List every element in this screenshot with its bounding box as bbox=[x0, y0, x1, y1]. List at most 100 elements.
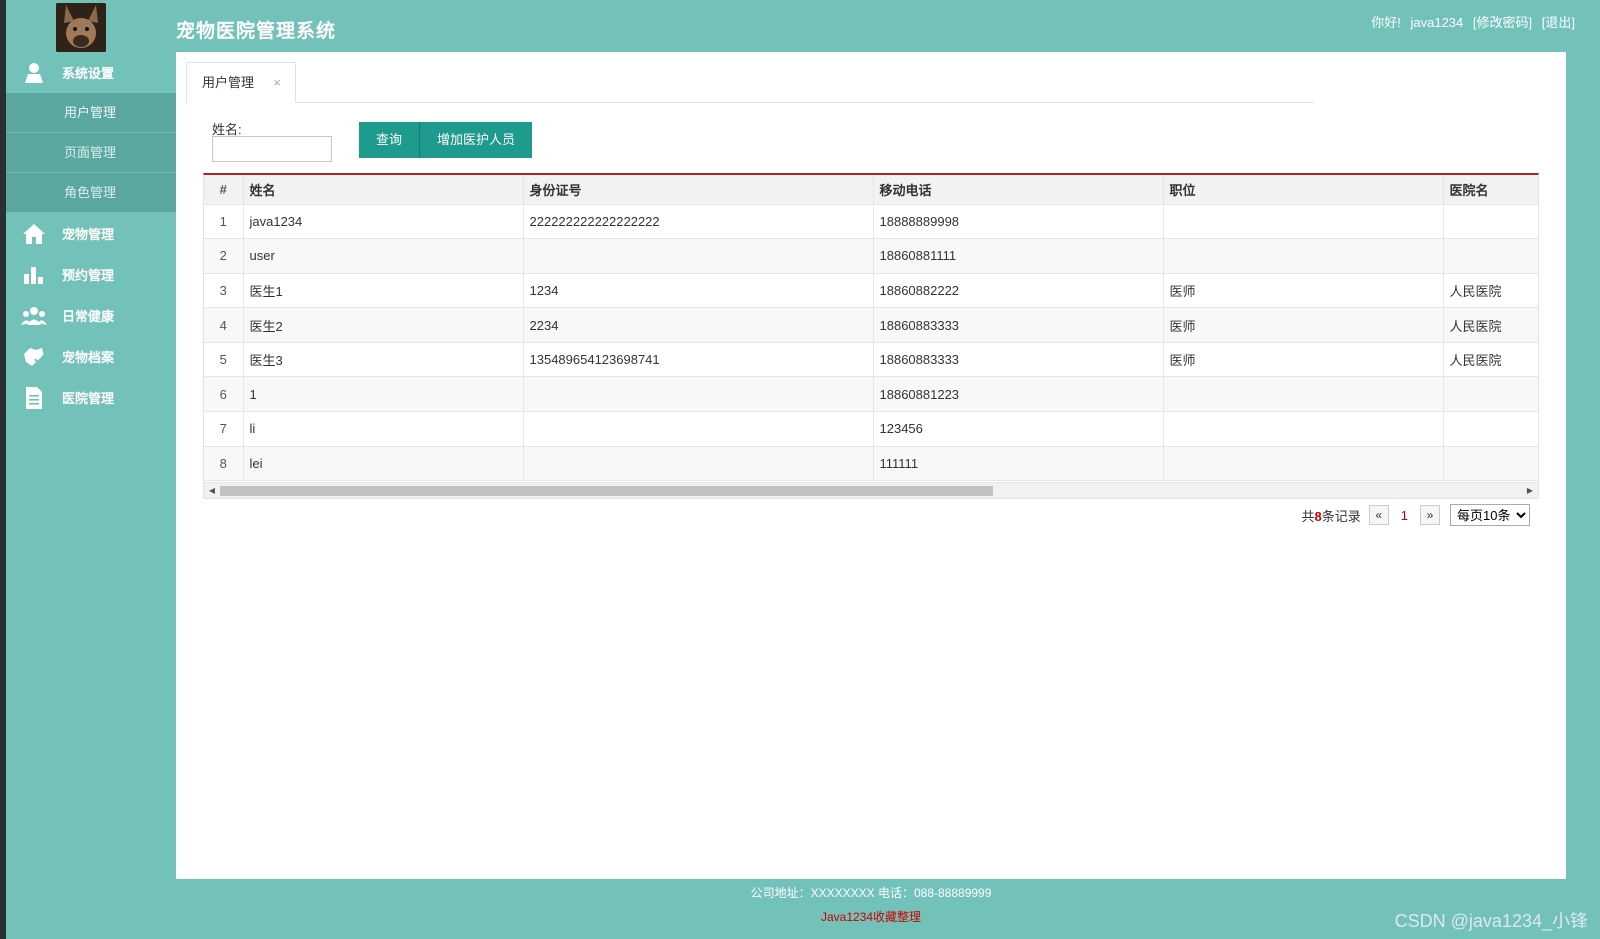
scrollbar-thumb[interactable] bbox=[220, 486, 993, 496]
cell-index: 4 bbox=[204, 307, 244, 343]
cell-id-card bbox=[523, 411, 874, 447]
add-staff-button[interactable]: 增加医护人员 bbox=[419, 122, 533, 158]
cell-name: java1234 bbox=[243, 204, 524, 240]
cell-index: 2 bbox=[204, 238, 244, 274]
table-row[interactable]: 2 user 18860881111 bbox=[204, 238, 1538, 274]
cell-position bbox=[1163, 376, 1444, 413]
cell-mobile: 18860882222 bbox=[873, 273, 1164, 309]
table-header-row: # 姓名 身份证号 移动电话 职位 医院名 bbox=[204, 175, 1538, 205]
sidebar-item-label: 宠物管理 bbox=[62, 227, 115, 242]
column-header-hospital[interactable]: 医院名 bbox=[1443, 175, 1538, 205]
cell-id-card: 222222222222222222 bbox=[523, 204, 874, 240]
cell-position bbox=[1163, 204, 1444, 240]
sidebar-item-label: 宠物档案 bbox=[62, 350, 115, 365]
group-icon bbox=[6, 306, 62, 326]
column-header-id-card[interactable]: 身份证号 bbox=[523, 175, 874, 205]
csdn-watermark: CSDN @java1234_小锋 bbox=[1394, 911, 1588, 931]
cell-name: 医生2 bbox=[243, 307, 524, 343]
table-row[interactable]: 7 li 123456 bbox=[204, 411, 1538, 447]
table-row[interactable]: 4 医生2 2234 18860883333 医师 人民医院 bbox=[204, 307, 1538, 343]
cell-hospital bbox=[1443, 238, 1538, 274]
sidebar-subitem-user-management[interactable]: 用户管理 bbox=[6, 93, 176, 133]
footer-credit: Java1234收藏整理 bbox=[820, 910, 922, 924]
table-row[interactable]: 8 lei 111111 bbox=[204, 446, 1538, 482]
cell-name: li bbox=[243, 411, 524, 447]
cell-name: lei bbox=[243, 446, 524, 482]
record-count-prefix: 共 bbox=[1301, 508, 1315, 524]
sidebar-item-label: 医院管理 bbox=[62, 391, 115, 406]
footer: 公司地址：XXXXXXXX 电话：088-88889999 Java1234收藏… bbox=[176, 879, 1566, 939]
cell-position bbox=[1163, 238, 1444, 274]
prev-page-button[interactable]: « bbox=[1368, 505, 1389, 525]
table-row[interactable]: 6 1 18860881223 bbox=[204, 376, 1538, 413]
sidebar-item-appointment-management[interactable]: 预约管理 bbox=[6, 254, 176, 295]
cell-hospital bbox=[1443, 204, 1538, 240]
column-header-position[interactable]: 职位 bbox=[1163, 175, 1444, 205]
tab-user-management[interactable]: 用户管理 × bbox=[186, 62, 296, 103]
main-content: 用户管理 × 姓名: 查询 增加医护人员 # 姓名 身份证号 移动电话 职位 医… bbox=[176, 52, 1566, 879]
logout-link[interactable]: [退出] bbox=[1542, 15, 1575, 30]
cell-mobile: 18860881111 bbox=[873, 238, 1164, 274]
dog-logo bbox=[56, 3, 106, 52]
cell-id-card bbox=[523, 238, 874, 274]
user-info: 你好! java1234 [修改密码] [退出] bbox=[1365, 12, 1575, 31]
pet-record-icon bbox=[6, 346, 62, 368]
cell-position: 医师 bbox=[1163, 307, 1444, 343]
next-page-button[interactable]: » bbox=[1420, 505, 1440, 525]
cell-index: 6 bbox=[204, 376, 244, 413]
document-icon bbox=[6, 386, 62, 410]
change-password-link[interactable]: [修改密码] bbox=[1473, 15, 1532, 30]
close-icon[interactable]: × bbox=[273, 63, 281, 103]
cell-position bbox=[1163, 446, 1444, 482]
cell-mobile: 18888889998 bbox=[873, 204, 1164, 240]
cell-id-card: 1234 bbox=[523, 273, 874, 309]
cell-id-card bbox=[523, 446, 874, 482]
cell-mobile: 111111 bbox=[873, 446, 1164, 482]
sidebar-item-system-settings[interactable]: 系统设置 bbox=[6, 52, 176, 93]
action-buttons: 查询 增加医护人员 bbox=[359, 122, 533, 158]
scroll-left-arrow-icon[interactable]: ◀ bbox=[205, 483, 219, 498]
page-size-select[interactable]: 每页10条 bbox=[1450, 504, 1530, 526]
user-table: # 姓名 身份证号 移动电话 职位 医院名 1 java1234 2222222… bbox=[204, 175, 1538, 482]
cell-name: 医生3 bbox=[243, 342, 524, 378]
column-header-name[interactable]: 姓名 bbox=[243, 175, 524, 205]
tab-bar: 用户管理 × bbox=[186, 62, 1314, 103]
cell-id-card: 135489654123698741 bbox=[523, 342, 874, 378]
home-icon bbox=[6, 223, 62, 245]
user-table-container: # 姓名 身份证号 移动电话 职位 医院名 1 java1234 2222222… bbox=[203, 173, 1539, 499]
cell-index: 5 bbox=[204, 342, 244, 378]
table-row[interactable]: 5 医生3 135489654123698741 18860883333 医师 … bbox=[204, 342, 1538, 378]
column-header-mobile[interactable]: 移动电话 bbox=[873, 175, 1164, 205]
sidebar-subitem-page-management[interactable]: 页面管理 bbox=[6, 133, 176, 173]
name-search-input[interactable] bbox=[212, 136, 332, 162]
cell-name: 1 bbox=[243, 376, 524, 413]
current-page[interactable]: 1 bbox=[1401, 508, 1408, 523]
scroll-right-arrow-icon[interactable]: ▶ bbox=[1523, 483, 1537, 498]
sidebar: 系统设置 用户管理 页面管理 角色管理 宠物管理 预约管理 日常健康 宠物档案 … bbox=[6, 52, 176, 879]
column-header-index[interactable]: # bbox=[204, 175, 244, 205]
sidebar-item-daily-health[interactable]: 日常健康 bbox=[6, 295, 176, 336]
cell-hospital: 人民医院 bbox=[1443, 342, 1538, 378]
company-address: 公司地址：XXXXXXXX 电话：088-88889999 bbox=[750, 886, 992, 900]
cell-hospital bbox=[1443, 411, 1538, 447]
tab-label: 用户管理 bbox=[202, 75, 255, 90]
query-button[interactable]: 查询 bbox=[359, 122, 420, 158]
sidebar-subitem-role-management[interactable]: 角色管理 bbox=[6, 173, 176, 213]
record-count-number: 8 bbox=[1314, 508, 1322, 524]
record-count: 共8条记录 bbox=[1302, 506, 1361, 525]
sidebar-item-pet-records[interactable]: 宠物档案 bbox=[6, 336, 176, 377]
sidebar-item-label: 系统设置 bbox=[62, 66, 115, 81]
cell-name: user bbox=[243, 238, 524, 274]
sidebar-item-hospital-management[interactable]: 医院管理 bbox=[6, 377, 176, 418]
table-row[interactable]: 3 医生1 1234 18860882222 医师 人民医院 bbox=[204, 273, 1538, 309]
table-row[interactable]: 1 java1234 222222222222222222 1888888999… bbox=[204, 204, 1538, 240]
cell-mobile: 18860883333 bbox=[873, 342, 1164, 378]
cell-position bbox=[1163, 411, 1444, 447]
cell-id-card: 2234 bbox=[523, 307, 874, 343]
record-count-suffix: 条记录 bbox=[1321, 508, 1361, 524]
cell-index: 8 bbox=[204, 446, 244, 482]
cell-hospital: 人民医院 bbox=[1443, 307, 1538, 343]
cell-id-card bbox=[523, 376, 874, 413]
sidebar-item-pet-management[interactable]: 宠物管理 bbox=[6, 213, 176, 254]
horizontal-scrollbar[interactable]: ◀ ▶ bbox=[204, 482, 1538, 498]
